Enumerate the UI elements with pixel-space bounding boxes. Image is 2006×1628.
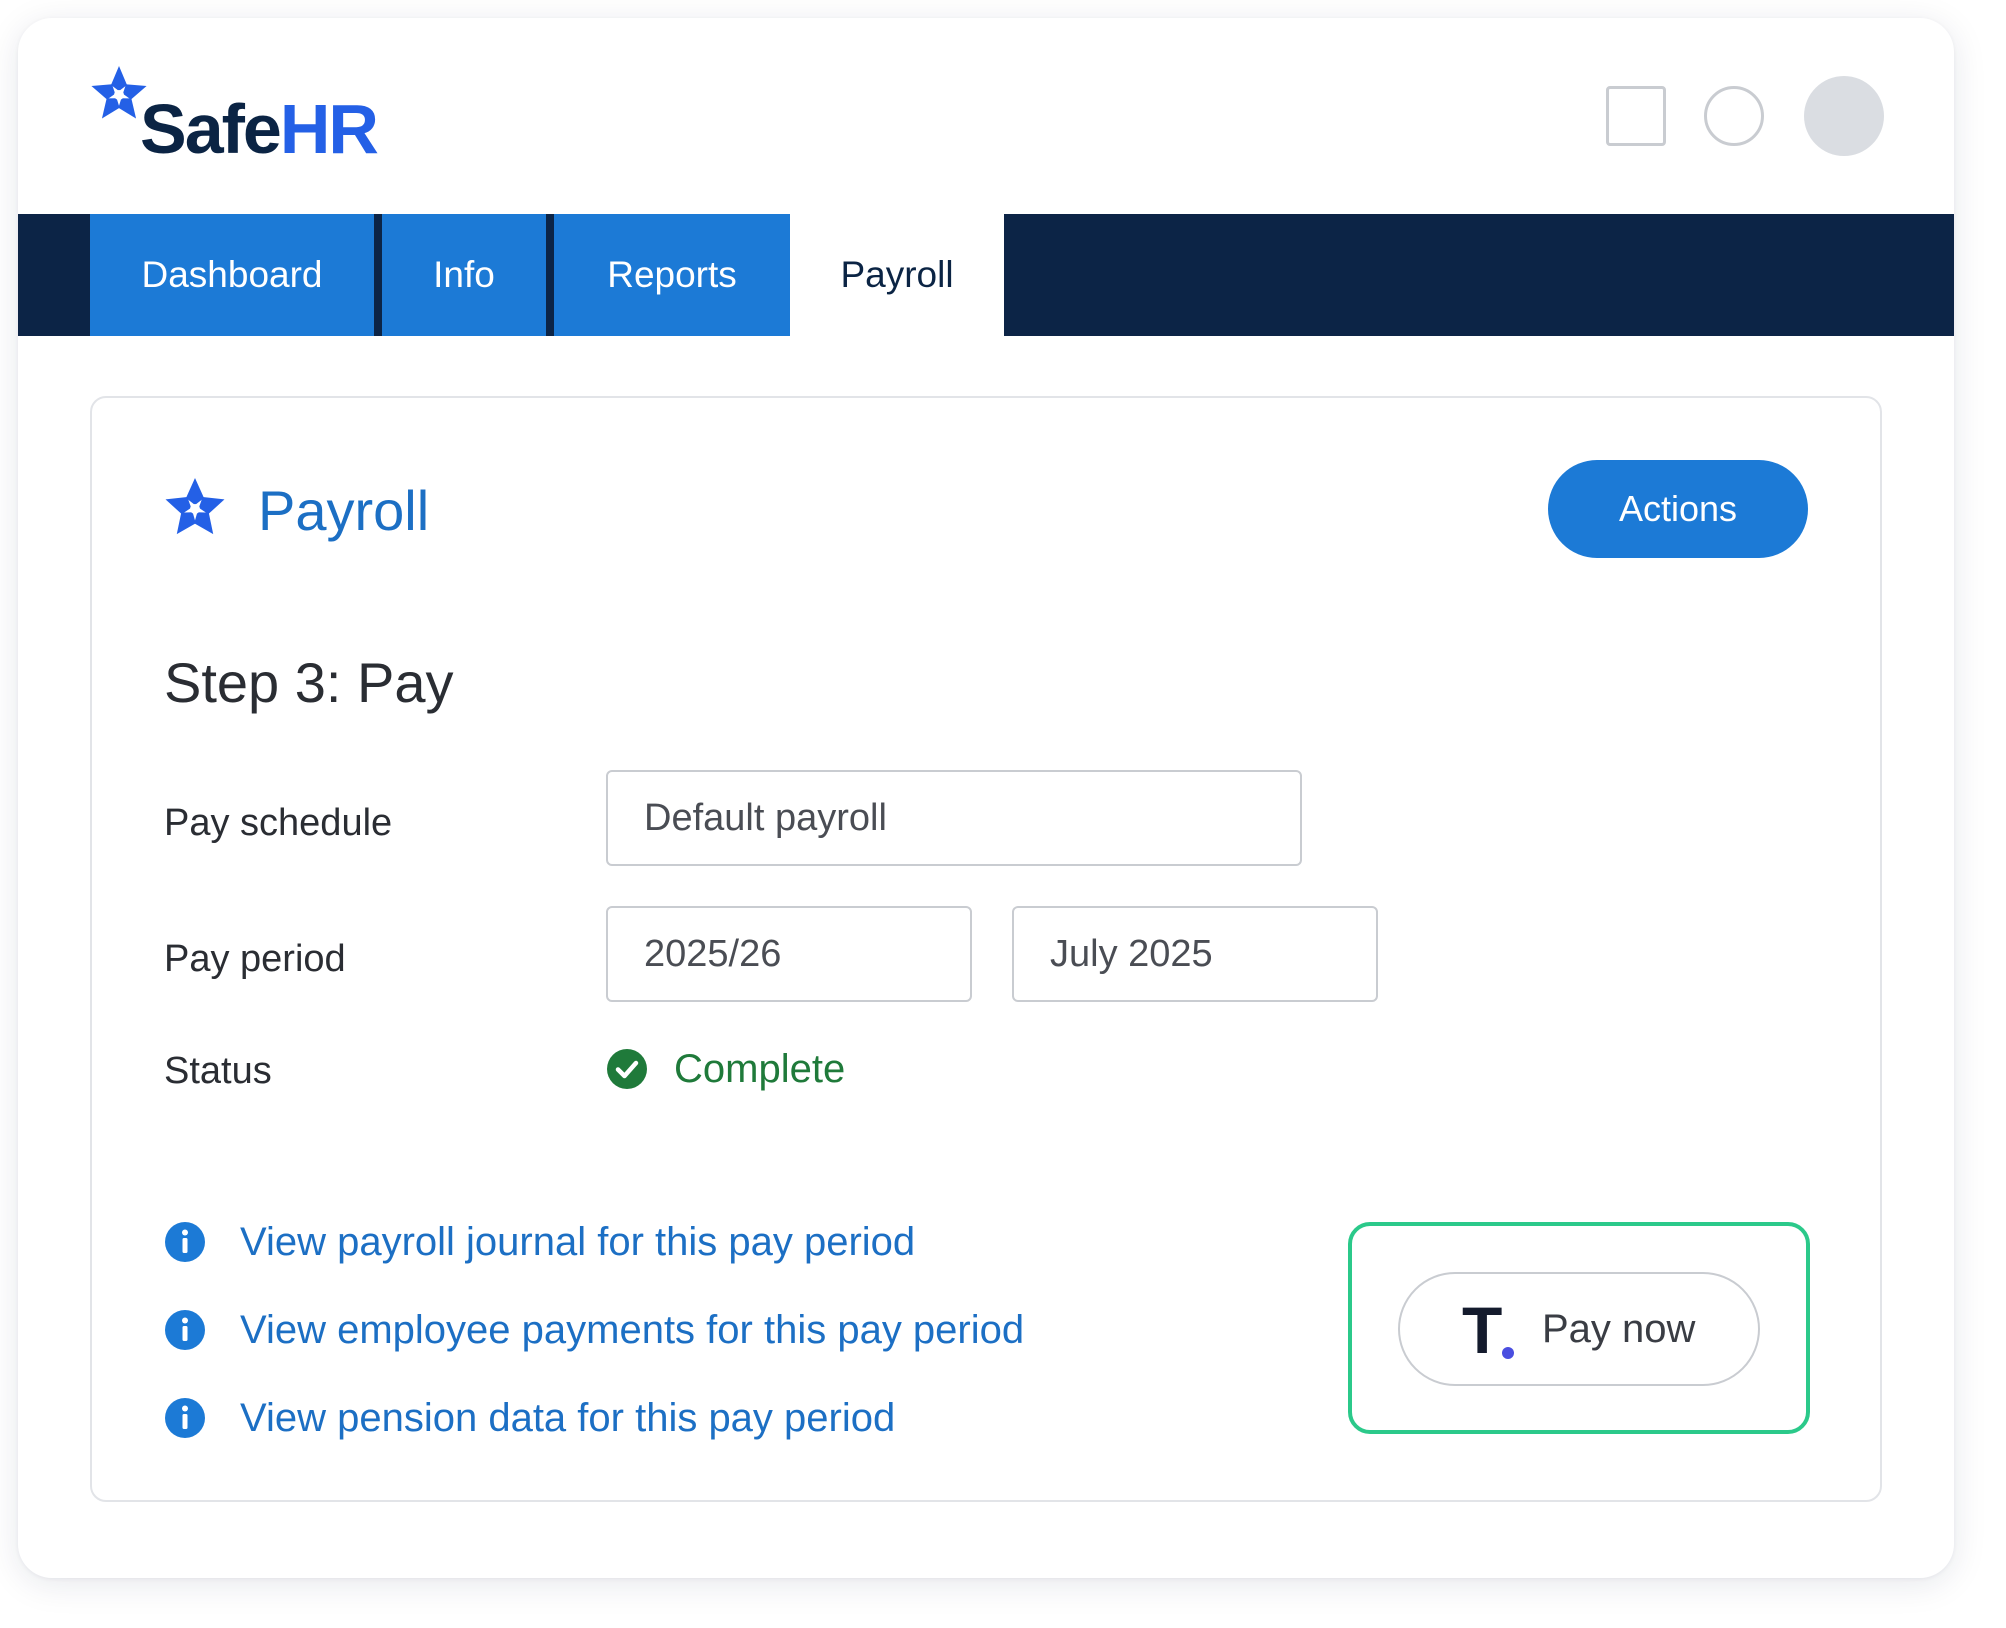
step-title: Step 3: Pay — [164, 651, 454, 714]
link-pension-data[interactable]: View pension data for this pay period — [164, 1388, 895, 1448]
pay-now-label: Pay now — [1542, 1306, 1696, 1351]
tab-label: Reports — [607, 254, 737, 295]
asterisk-logo-icon — [165, 478, 225, 535]
square-icon[interactable] — [1606, 86, 1666, 146]
pay-period-label: Pay period — [164, 938, 346, 980]
pay-schedule-label: Pay schedule — [164, 802, 393, 844]
info-icon — [165, 1398, 205, 1438]
link-label: View employee payments for this pay peri… — [240, 1307, 1025, 1352]
tab-payroll[interactable]: Payroll — [790, 214, 1004, 336]
status-badge: Complete — [674, 1047, 846, 1091]
page-title: Payroll — [258, 479, 430, 542]
main-nav: Dashboard Info Reports Payroll — [18, 214, 1954, 336]
t-logo-letter: T — [1462, 1293, 1503, 1367]
t-logo-icon: T — [1462, 1297, 1522, 1363]
link-label: View payroll journal for this pay period — [240, 1219, 916, 1264]
info-icon — [165, 1222, 205, 1262]
link-employee-payments[interactable]: View employee payments for this pay peri… — [164, 1300, 1024, 1360]
pay-period-year-field[interactable]: 2025/26 — [606, 906, 972, 1002]
link-payroll-journal[interactable]: View payroll journal for this pay period — [164, 1212, 915, 1272]
pay-period-month-field[interactable]: July 2025 — [1012, 906, 1378, 1002]
logo-safe-text: Safe — [140, 90, 282, 168]
safehr-logo[interactable]: SafeHR — [88, 64, 428, 174]
pay-now-button[interactable]: T Pay now — [1398, 1272, 1760, 1386]
check-circle-icon — [607, 1049, 647, 1089]
header: SafeHR — [18, 18, 1954, 214]
avatar[interactable] — [1804, 76, 1884, 156]
tab-info[interactable]: Info — [382, 214, 546, 336]
tab-dashboard[interactable]: Dashboard — [90, 214, 374, 336]
logo-hr-text: HR — [279, 90, 379, 168]
header-icons — [1606, 76, 1884, 156]
tab-label: Info — [433, 254, 495, 295]
pay-schedule-field[interactable]: Default payroll — [606, 770, 1302, 866]
t-logo-dot — [1502, 1347, 1514, 1359]
link-label: View pension data for this pay period — [240, 1395, 896, 1440]
app-window: SafeHR Dashboard Info Reports Payroll Pa… — [18, 18, 1954, 1578]
logo-wordmark: SafeHR — [140, 94, 379, 164]
payroll-card: Payroll Actions Step 3: Pay Pay schedule… — [90, 396, 1882, 1502]
actions-button[interactable]: Actions — [1548, 460, 1808, 558]
tab-label: Payroll — [840, 254, 954, 295]
info-icon — [165, 1310, 205, 1350]
pay-now-highlight: T Pay now — [1348, 1222, 1810, 1434]
tab-reports[interactable]: Reports — [554, 214, 790, 336]
status-label: Status — [164, 1050, 272, 1092]
tab-label: Dashboard — [141, 254, 323, 295]
circle-icon[interactable] — [1704, 86, 1764, 146]
